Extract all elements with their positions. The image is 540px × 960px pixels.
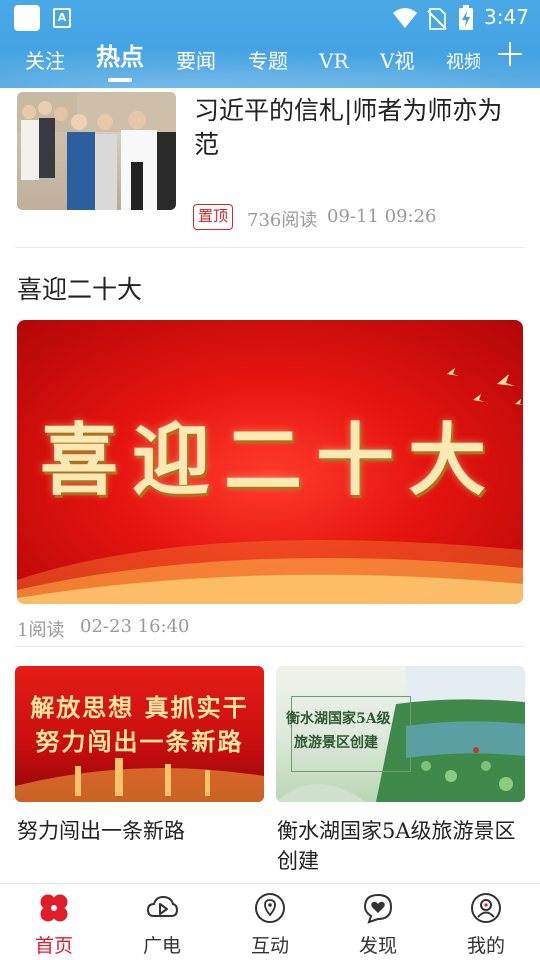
tab-follow[interactable]: 关注 (25, 48, 65, 74)
article-thumbnail[interactable] (17, 92, 176, 210)
banner-timestamp: 02-23 16:40 (80, 616, 190, 637)
status-bar: A 3:47 (0, 0, 540, 36)
article-timestamp: 09-11 09:26 (327, 206, 437, 227)
channel-tabs: 关注 热点 要闻 专题 VR V视 视频 (0, 40, 540, 84)
banner-swoosh (17, 540, 523, 604)
nav-home[interactable]: 首页 (0, 884, 108, 960)
card-image-text-line1: 解放思想 真抓实干 (30, 693, 249, 722)
section-banner[interactable]: 喜迎二十大 (17, 320, 523, 604)
wifi-icon (393, 8, 417, 28)
status-time: 3:47 (484, 5, 529, 29)
card-image-text-line1: 衡水湖国家5A级 (286, 711, 391, 727)
article-read-count: 736阅读 (247, 210, 318, 231)
broadcast-play-icon (146, 895, 178, 917)
bottom-navigation: 首页 广电 互动 发现 我的 (0, 883, 540, 960)
card-image-text-line2: 努力闯出一条新路 (35, 727, 244, 756)
tab-hot[interactable]: 热点 (96, 44, 144, 70)
pinned-badge: 置顶 (193, 204, 233, 230)
tab-topics[interactable]: 专题 (248, 48, 288, 74)
active-tab-indicator (108, 78, 132, 82)
nav-broadcast[interactable]: 广电 (108, 884, 216, 960)
tab-vr[interactable]: VR (319, 48, 349, 74)
divider (15, 646, 525, 647)
nav-interact[interactable]: 互动 (216, 884, 324, 960)
plus-icon[interactable] (496, 40, 524, 68)
nav-label: 我的 (466, 935, 505, 957)
top-header: A 3:47 关注 热点 要闻 专题 VR V视 视频 (0, 0, 540, 88)
card-thumbnail-hengshui-lake[interactable]: 衡水湖国家5A级 旅游景区创建 (276, 666, 525, 802)
keyboard-a-icon: A (53, 8, 71, 28)
divider (15, 247, 525, 248)
nav-label: 广电 (142, 935, 181, 957)
tab-video[interactable]: 视频 (446, 50, 480, 76)
section-title[interactable]: 喜迎二十大 (17, 270, 142, 306)
card-title[interactable]: 衡水湖国家5A级旅游景区创建 (277, 816, 526, 876)
tab-v-video[interactable]: V视 (380, 48, 414, 74)
location-pin-icon (255, 893, 285, 923)
nav-label: 首页 (34, 935, 73, 957)
app-icon (14, 5, 40, 31)
banner-read-count: 1阅读 (17, 620, 65, 641)
nav-label: 发现 (358, 935, 397, 957)
article-title[interactable]: 习近平的信札|师者为师亦为范 (194, 94, 524, 162)
nav-label: 互动 (250, 935, 289, 957)
nav-discover[interactable]: 发现 (324, 884, 432, 960)
card-title[interactable]: 努力闯出一条新路 (17, 816, 266, 846)
card-thumbnail-new-path[interactable]: 解放思想 真抓实干 努力闯出一条新路 (15, 666, 264, 802)
home-clover-icon (40, 894, 68, 922)
discover-heart-icon (363, 893, 393, 924)
battery-charging-icon (459, 5, 473, 30)
nav-profile[interactable]: 我的 (432, 884, 540, 960)
tab-headlines[interactable]: 要闻 (176, 48, 216, 74)
card-image-text-line2: 旅游景区创建 (294, 735, 378, 751)
banner-headline: 喜迎二十大 (39, 415, 500, 506)
no-sim-icon (427, 8, 447, 30)
profile-icon (471, 893, 501, 923)
